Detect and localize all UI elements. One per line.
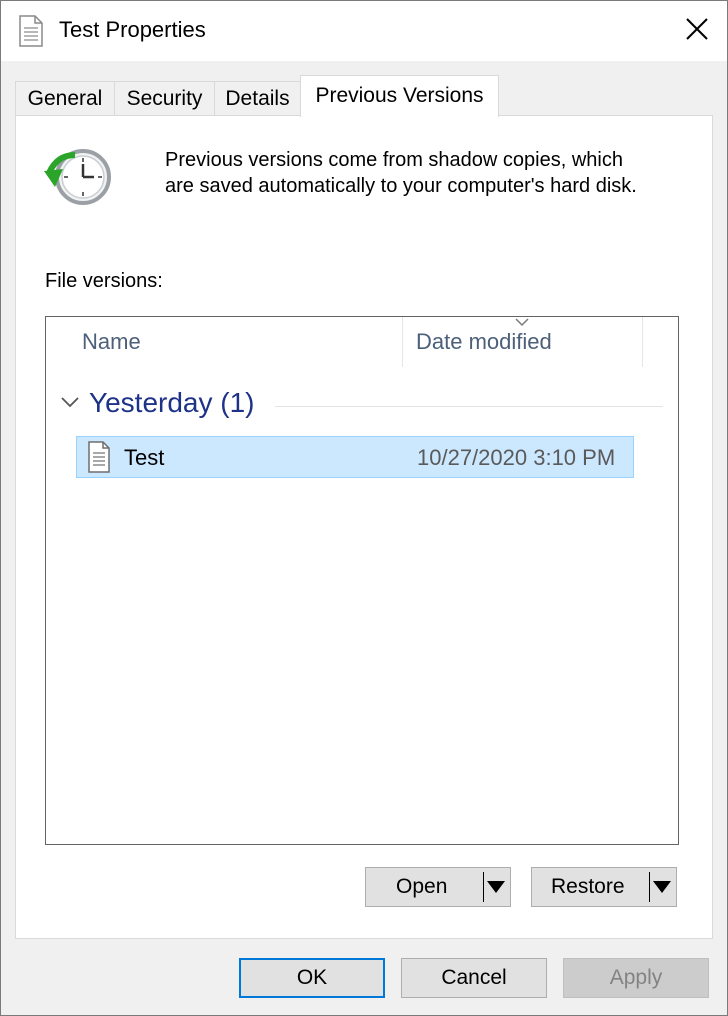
clock-restore-icon [44,149,111,205]
tab-details[interactable]: Details [214,81,301,115]
properties-dialog: Test Properties General Security Details… [0,0,728,1016]
file-versions-label: File versions: [45,270,163,292]
column-divider[interactable] [642,317,643,367]
ok-button[interactable]: OK [239,958,385,998]
group-divider [275,406,663,407]
sort-chevron-icon [515,318,529,327]
title-bar[interactable]: Test Properties [1,1,727,61]
apply-button[interactable]: Apply [563,958,709,998]
table-row[interactable]: Test 10/27/2020 3:10 PM [76,436,634,478]
dropdown-arrow-icon[interactable] [487,881,505,893]
tab-security[interactable]: Security [114,81,215,115]
split-divider [483,872,484,902]
description-text: Previous versions come from shadow copie… [165,149,637,197]
tab-previous-versions[interactable]: Previous Versions [300,75,499,117]
close-icon [686,18,708,40]
window-title: Test Properties [59,17,206,42]
chevron-down-icon[interactable] [60,395,80,409]
column-header-date-modified[interactable]: Date modified [416,329,552,355]
restore-button-label: Restore [551,875,625,898]
document-icon [88,441,110,473]
dropdown-arrow-icon[interactable] [653,881,671,893]
close-button[interactable] [667,1,727,61]
split-divider [649,872,650,902]
open-split-button[interactable]: Open [365,867,511,907]
column-divider[interactable] [402,317,403,367]
tab-general[interactable]: General [15,81,115,115]
file-versions-list[interactable]: Name Date modified Yesterday (1) Test 10… [45,316,679,845]
document-icon [19,15,43,47]
restore-split-button[interactable]: Restore [531,867,677,907]
file-date-modified: 10/27/2020 3:10 PM [417,445,616,470]
group-header-yesterday[interactable]: Yesterday (1) [89,387,255,419]
column-header-name[interactable]: Name [82,329,141,355]
file-name: Test [124,445,165,470]
cancel-button[interactable]: Cancel [401,958,547,998]
open-button-label: Open [396,875,448,898]
